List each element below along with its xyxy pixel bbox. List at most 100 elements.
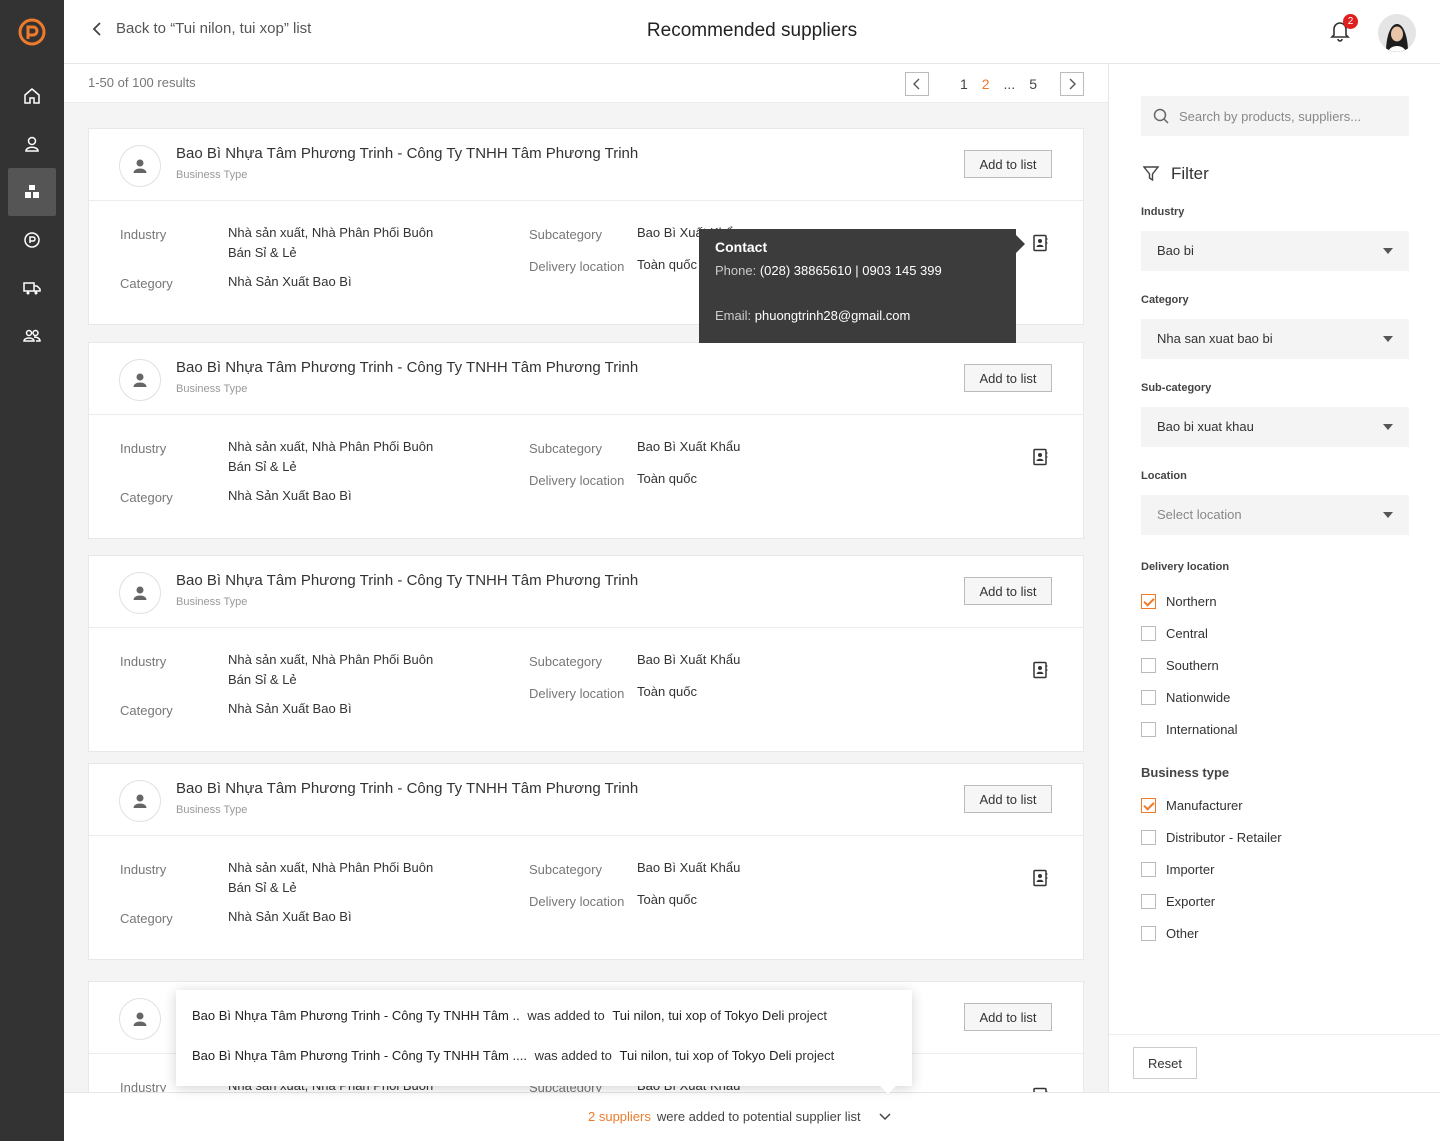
contact-tooltip: Contact Phone: (028) 38865610 | 0903 145… (699, 229, 1025, 343)
delivery-option[interactable]: Nationwide (1141, 690, 1230, 705)
delivery-option-label: Nationwide (1166, 690, 1231, 705)
category-label: Category (120, 703, 173, 718)
business-type-option[interactable]: Importer (1141, 862, 1214, 877)
supplier-business-type: Business Type (176, 169, 248, 181)
business-type-label: Business type (1141, 765, 1230, 780)
page-1[interactable]: 1 (957, 76, 971, 92)
industry-value-line1: Nhà sản xuất, Nhà Phân Phối Buôn (228, 439, 434, 454)
checkbox[interactable] (1141, 722, 1156, 737)
checkbox[interactable] (1141, 690, 1156, 705)
nav-profile[interactable] (8, 120, 56, 168)
nav-messages[interactable] (8, 216, 56, 264)
delivery-option[interactable]: Central (1141, 626, 1208, 641)
page-ellipsis: ... (1003, 76, 1016, 92)
business-type-option[interactable]: Manufacturer (1141, 798, 1243, 813)
add-to-list-button[interactable]: Add to list (964, 150, 1052, 178)
industry-value-line1: Nhà sản xuất, Nhà Phân Phối Buôn (228, 225, 434, 240)
add-to-list-button[interactable]: Add to list (964, 577, 1052, 605)
email-value: phuongtrinh28@gmail.com (754, 308, 911, 323)
business-type-option[interactable]: Distributor - Retailer (1141, 830, 1282, 845)
notif-text: was added to (534, 1048, 612, 1063)
delivery-option-label: Northern (1166, 594, 1217, 609)
contact-card-icon[interactable] (1031, 234, 1049, 252)
business-type-option[interactable]: Other (1141, 926, 1199, 941)
business-type-option-label: Other (1166, 926, 1199, 941)
added-count: 2 suppliers (588, 1109, 651, 1124)
nav-home[interactable] (8, 72, 56, 120)
results-bar: 1-50 of 100 results 1 2 ... 5 (64, 64, 1108, 103)
subcategory-select[interactable]: Bao bi xuat khau (1141, 407, 1409, 447)
business-type-option[interactable]: Exporter (1141, 894, 1215, 909)
profile-photo-icon (1378, 14, 1416, 52)
business-type-option-label: Exporter (1166, 894, 1216, 909)
page-5[interactable]: 5 (1026, 76, 1040, 92)
contact-card-icon[interactable] (1031, 448, 1049, 466)
industry-value-line2: Bán Sỉ & Lẻ (228, 459, 297, 474)
users-icon (23, 329, 41, 342)
checkbox[interactable] (1141, 862, 1156, 877)
industry-label: Industry (120, 227, 167, 242)
checkbox[interactable] (1141, 798, 1156, 813)
checkbox[interactable] (1141, 894, 1156, 909)
add-to-list-button[interactable]: Add to list (964, 785, 1052, 813)
subcategory-value: Bao bi xuat khau (1157, 419, 1254, 434)
add-to-list-button[interactable]: Add to list (964, 364, 1052, 392)
notif-of: of (717, 1048, 729, 1063)
location-select[interactable]: Select location (1141, 495, 1409, 535)
notif-project: Tokyo Deli (731, 1048, 792, 1063)
notif-tail: project (795, 1048, 835, 1063)
category-value: Nhà Sản Xuất Bao Bì (228, 701, 352, 716)
reset-button[interactable]: Reset (1133, 1047, 1197, 1079)
chevron-left-icon (912, 78, 920, 90)
phone-value: (028) 38865610 | 0903 145 399 (759, 263, 942, 278)
contact-card-icon[interactable] (1031, 869, 1049, 887)
prev-page-button[interactable] (904, 72, 929, 96)
delivery-option-label: Central (1166, 626, 1208, 641)
category-value: Nhà Sản Xuất Bao Bì (228, 909, 352, 924)
next-page-button[interactable] (1060, 72, 1084, 96)
supplier-name[interactable]: Bao Bì Nhựa Tâm Phương Trinh - Công Ty T… (176, 145, 638, 162)
results-count: 1-50 of 100 results (88, 75, 196, 90)
checkbox[interactable] (1141, 830, 1156, 845)
supplier-name[interactable]: Bao Bì Nhựa Tâm Phương Trinh - Công Ty T… (176, 780, 638, 797)
supplier-name[interactable]: Bao Bì Nhựa Tâm Phương Trinh - Công Ty T… (176, 572, 638, 589)
notification-row: Bao Bì Nhựa Tâm Phương Trinh - Công Ty T… (192, 1048, 834, 1063)
app-logo-icon[interactable] (18, 18, 46, 46)
notif-supplier: Bao Bì Nhựa Tâm Phương Trinh - Công Ty T… (192, 1008, 520, 1023)
subcategory-label: Subcategory (529, 441, 602, 456)
supplier-card-header: Bao Bì Nhựa Tâm Phương Trinh - Công Ty T… (89, 129, 1083, 201)
boxes-icon (25, 185, 39, 198)
delivery-location-label: Delivery location (529, 686, 625, 701)
checkbox[interactable] (1141, 926, 1156, 941)
add-to-list-button[interactable]: Add to list (964, 1003, 1052, 1031)
supplier-name[interactable]: Bao Bì Nhựa Tâm Phương Trinh - Công Ty T… (176, 359, 638, 376)
user-avatar[interactable] (1378, 14, 1416, 52)
supplier-card: Bao Bì Nhựa Tâm Phương Trinh - Công Ty T… (88, 342, 1084, 539)
chevron-down-icon[interactable] (879, 1112, 891, 1121)
search-input[interactable]: Search by products, suppliers... (1141, 96, 1409, 136)
page-2[interactable]: 2 (979, 76, 993, 92)
nav-delivery[interactable] (8, 264, 56, 312)
supplier-avatar (119, 998, 161, 1040)
nav-team[interactable] (8, 312, 56, 360)
added-notification-popover: Bao Bì Nhựa Tâm Phương Trinh - Công Ty T… (176, 990, 912, 1094)
category-label: Category (1141, 294, 1189, 306)
delivery-option[interactable]: Southern (1141, 658, 1219, 673)
nav-suppliers[interactable] (8, 168, 56, 216)
user-icon (133, 794, 147, 808)
phone-label: Phone: (715, 263, 757, 278)
delivery-option[interactable]: International (1141, 722, 1238, 737)
checkbox[interactable] (1141, 594, 1156, 609)
checkbox[interactable] (1141, 658, 1156, 673)
business-type-option-label: Manufacturer (1166, 798, 1243, 813)
notification-button[interactable]: 2 (1330, 14, 1358, 44)
top-header: Back to “Tui nilon, tui xop” list Recomm… (64, 0, 1440, 64)
checkbox[interactable] (1141, 626, 1156, 641)
industry-value: Bao bi (1157, 243, 1194, 258)
subcategory-value: Bao Bì Xuất Khẩu (637, 652, 741, 667)
category-select[interactable]: Nha san xuat bao bi (1141, 319, 1409, 359)
industry-select[interactable]: Bao bi (1141, 231, 1409, 271)
contact-card-icon[interactable] (1031, 661, 1049, 679)
added-summary-bar[interactable]: 2 suppliers were added to potential supp… (64, 1092, 1440, 1141)
delivery-option[interactable]: Northern (1141, 594, 1217, 609)
